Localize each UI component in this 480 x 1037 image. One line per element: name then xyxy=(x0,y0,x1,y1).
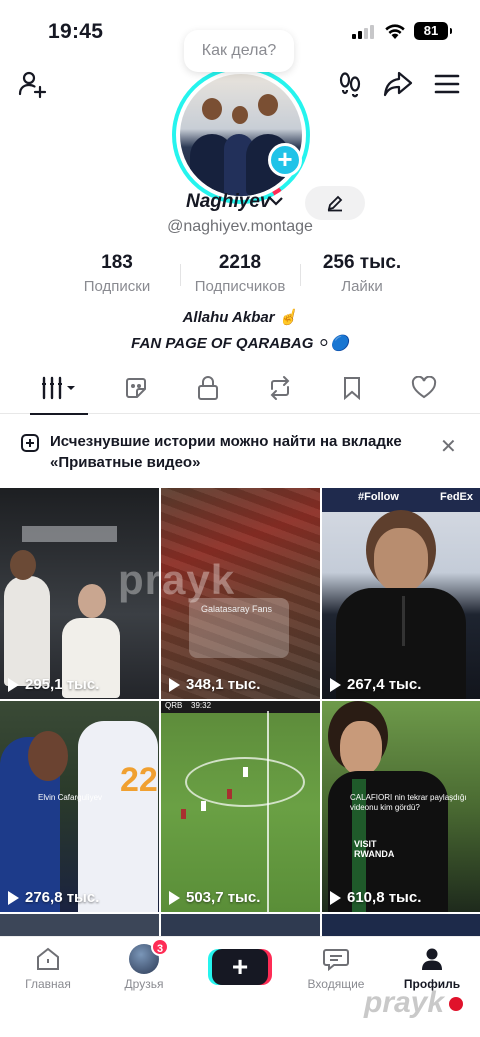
video-views: 295,1 тыс. xyxy=(8,676,99,693)
bio-line-1: Allahu Akbar ☝️ xyxy=(182,309,298,326)
video-views: 267,4 тыс. xyxy=(330,676,421,693)
nav-profile[interactable]: Профиль xyxy=(392,943,472,991)
heart-icon xyxy=(411,376,437,399)
views-count: 348,1 тыс. xyxy=(186,676,261,693)
video-tile[interactable] xyxy=(322,914,480,936)
tile-caption: Elvin Cafarguliyev xyxy=(38,793,103,802)
play-icon xyxy=(330,677,341,692)
play-icon xyxy=(8,890,19,905)
stat-following[interactable]: 183 Подписки xyxy=(72,252,162,295)
nav-friends-label: Друзья xyxy=(124,977,164,991)
chevron-down-icon[interactable] xyxy=(268,194,284,212)
video-views: 610,8 тыс. xyxy=(330,889,421,906)
watermark-text: prayk xyxy=(118,556,236,603)
share-icon[interactable] xyxy=(382,68,414,100)
views-count: 503,7 тыс. xyxy=(186,889,261,906)
video-views: 348,1 тыс. xyxy=(169,676,260,693)
status-time: 19:45 xyxy=(48,20,104,43)
stat-likes-label: Лайки xyxy=(341,278,383,295)
add-story-button[interactable]: + xyxy=(268,143,302,177)
pencil-icon xyxy=(327,195,343,212)
profile-avatar[interactable] xyxy=(172,66,310,204)
video-tile[interactable] xyxy=(0,914,159,936)
profile-tabs xyxy=(0,362,480,415)
stat-followers[interactable]: 2218 Подписчиков xyxy=(180,252,300,295)
wifi-icon xyxy=(384,22,406,40)
close-icon[interactable]: ✕ xyxy=(440,434,457,459)
play-icon xyxy=(330,890,341,905)
views-count: 276,8 тыс. xyxy=(25,889,100,906)
nav-friends[interactable]: 3 Друзья xyxy=(104,938,184,991)
notice-text: Исчезнувшие истории можно найти на вклад… xyxy=(50,433,402,471)
profile-stats: 183 Подписки 2218 Подписчиков 256 тыс. Л… xyxy=(0,252,480,298)
add-box-icon xyxy=(20,433,40,458)
nav-inbox[interactable]: Входящие xyxy=(296,943,376,991)
nav-home[interactable]: Главная xyxy=(8,943,88,991)
video-tile[interactable]: #Follow FedEx 267,4 тыс. xyxy=(322,488,480,699)
score-label: QRB xyxy=(165,701,183,710)
profile-handle: @naghiyev.montage xyxy=(167,218,313,235)
edit-profile-button[interactable] xyxy=(305,186,365,220)
stat-followers-value: 2218 xyxy=(218,252,262,273)
play-icon xyxy=(169,677,180,692)
play-icon xyxy=(8,677,19,692)
stat-divider xyxy=(300,264,301,286)
repost-icon xyxy=(270,376,290,400)
profile-username[interactable]: Naghiyev xyxy=(186,191,270,213)
video-tile[interactable]: CALAFIORI nin tekrar paylaşdığı videonu … xyxy=(322,701,480,912)
sponsor-label: #Follow xyxy=(358,491,399,503)
video-views: 503,7 тыс. xyxy=(169,889,260,906)
tile-caption: CALAFIORI nin tekrar paylaşdığı videonu … xyxy=(350,793,467,812)
inbox-icon xyxy=(296,943,376,975)
friends-badge: 3 xyxy=(151,938,169,956)
person-icon xyxy=(392,943,472,975)
sponsor-label: FedEx xyxy=(440,491,474,503)
tab-private[interactable] xyxy=(184,362,232,414)
nav-home-label: Главная xyxy=(25,977,71,991)
stat-followers-label: Подписчиков xyxy=(194,278,286,295)
battery-indicator: 81 xyxy=(414,22,452,40)
watermark-logo: prayk xyxy=(364,986,445,1019)
friend-avatar: 3 xyxy=(129,938,169,974)
watermark-dot xyxy=(449,997,463,1011)
tab-reposts[interactable] xyxy=(112,362,160,414)
add-friend-icon[interactable] xyxy=(16,68,48,100)
clock-label: 39:32 xyxy=(191,701,212,710)
tab-videos[interactable] xyxy=(30,362,88,415)
sponsor-label: VISIT RWANDA xyxy=(354,839,395,859)
video-grid: 295,1 тыс. Galatasaray Fans 348,1 тыс. #… xyxy=(0,488,480,936)
play-icon xyxy=(169,890,180,905)
bio-line-2: FAN PAGE OF QARABAG ⚪🔵 xyxy=(131,335,349,352)
views-count: 267,4 тыс. xyxy=(347,676,422,693)
stat-following-value: 183 xyxy=(101,252,133,273)
video-tile[interactable]: 22 Elvin Cafarguliyev 276,8 тыс. xyxy=(0,701,159,912)
name-row: Naghiyev xyxy=(0,186,480,220)
sticker-icon xyxy=(126,378,146,398)
notice-banner: Исчезнувшие истории можно найти на вклад… xyxy=(0,414,480,488)
video-views: 276,8 тыс. xyxy=(8,889,99,906)
create-button[interactable]: + xyxy=(212,949,268,985)
tab-saved[interactable] xyxy=(328,362,376,414)
menu-icon[interactable] xyxy=(431,68,463,100)
avatar-photo xyxy=(180,74,302,196)
status-bubble[interactable]: Как дела? xyxy=(184,30,294,72)
stat-likes-value: 256 тыс. xyxy=(322,252,402,273)
grid-icon xyxy=(42,376,75,400)
tab-repost[interactable] xyxy=(256,362,304,414)
stat-following-label: Подписки xyxy=(83,278,151,295)
tab-liked[interactable] xyxy=(400,362,448,414)
video-tile[interactable]: QRB 39:32 503,7 тыс. xyxy=(161,701,320,912)
plus-icon: + xyxy=(231,951,249,982)
bookmark-icon xyxy=(344,377,360,401)
views-count: 295,1 тыс. xyxy=(25,676,100,693)
signal-icon xyxy=(352,25,376,39)
home-icon xyxy=(8,943,88,975)
lock-icon xyxy=(198,376,218,400)
video-tile[interactable] xyxy=(161,914,320,936)
views-count: 610,8 тыс. xyxy=(347,889,422,906)
tile-caption: Galatasaray Fans xyxy=(201,604,273,614)
footprints-icon[interactable] xyxy=(334,68,366,100)
stat-likes[interactable]: 256 тыс. Лайки xyxy=(306,252,418,295)
